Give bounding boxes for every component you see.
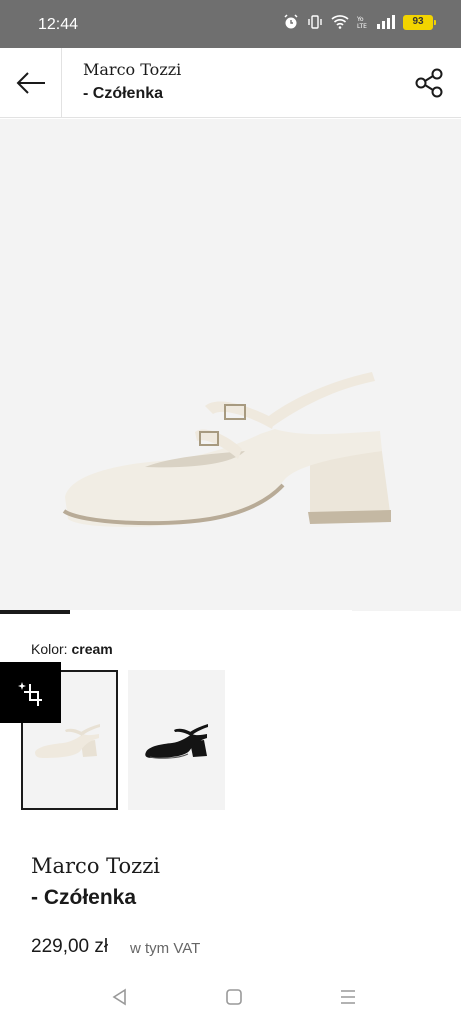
color-value: cream xyxy=(71,641,113,657)
gallery-progress xyxy=(0,610,352,614)
share-button[interactable] xyxy=(413,66,447,100)
header-product-name: - Czółenka xyxy=(83,85,164,102)
product-image[interactable] xyxy=(0,119,461,611)
signal-icon xyxy=(377,15,395,29)
status-icons: Yo LTE 93 xyxy=(283,14,436,30)
wifi-icon xyxy=(331,15,349,29)
header-brand: Marco Tozzi xyxy=(83,60,182,79)
nav-menu-button[interactable] xyxy=(337,986,359,1008)
gallery-progress-fill xyxy=(0,610,71,614)
header: Marco Tozzi - Czółenka xyxy=(0,48,461,118)
variant-black-shoe xyxy=(145,724,208,759)
sparkle-crop-icon xyxy=(17,681,42,706)
battery-icon: 93 xyxy=(403,14,436,30)
try-on-button[interactable] xyxy=(0,662,61,723)
system-nav-bar xyxy=(0,970,461,1024)
alarm-icon xyxy=(284,14,298,29)
svg-text:Yo: Yo xyxy=(357,16,364,23)
status-bar: 12:44 Yo LTE 93 xyxy=(0,0,461,48)
vat-note: w tym VAT xyxy=(130,940,201,957)
product-brand: Marco Tozzi xyxy=(31,854,161,878)
color-label-text: Kolor: xyxy=(31,641,68,657)
svg-text:LTE: LTE xyxy=(357,23,367,30)
status-time: 12:44 xyxy=(38,16,79,33)
menu-lines-icon xyxy=(341,990,355,1004)
volte-icon: YoLTE xyxy=(357,16,367,30)
nav-home-button[interactable] xyxy=(223,986,245,1008)
product-name: - Czółenka xyxy=(31,886,137,909)
home-square-icon xyxy=(226,989,242,1005)
back-triangle-icon xyxy=(112,988,126,1006)
arrow-left-icon xyxy=(16,72,45,94)
variant-black[interactable] xyxy=(128,670,225,810)
vibrate-icon xyxy=(308,15,322,29)
product-price: 229,00 zł xyxy=(31,936,109,957)
nav-back-button[interactable] xyxy=(109,986,131,1008)
color-label: Kolor: cream xyxy=(31,641,113,657)
shoe-image xyxy=(62,372,391,527)
share-icon xyxy=(415,68,443,98)
back-button[interactable] xyxy=(0,48,62,118)
